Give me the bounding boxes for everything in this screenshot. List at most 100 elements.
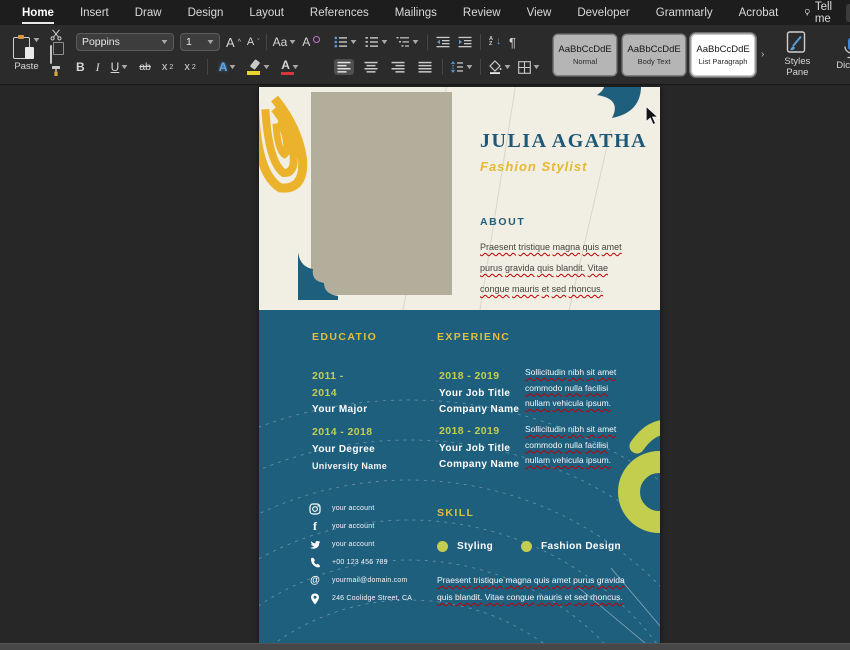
contact-label: yourmail@domain.com [332,577,408,584]
contact-row: @ yourmail@domain.com [309,574,408,587]
numbered-chevron-icon: ▼ [379,38,390,46]
styles-pane-label: Styles Pane [784,55,811,78]
contact-label: your account [332,505,375,512]
paste-clipboard-icon [13,35,34,59]
italic-button[interactable]: I [96,61,100,73]
experience-header: EXPERIENC [437,331,511,343]
tab-draw[interactable]: Draw [135,6,162,19]
dictate-label: Dictate [836,60,850,72]
bullet-list-button[interactable]: ▼ [334,36,359,48]
tab-view[interactable]: View [527,6,552,19]
tab-developer[interactable]: Developer [577,6,629,19]
style-body-text[interactable]: AaBbCcDdE Body Text [623,34,686,75]
format-painter-button[interactable] [50,64,62,82]
contact-row: your account [309,538,374,551]
styles-more-button[interactable]: › [761,49,764,60]
underline-button[interactable]: U ▼ [111,61,130,73]
mini-divider [480,59,482,75]
facebook-icon: f [313,519,317,533]
justify-button[interactable] [415,59,435,75]
paste-chevron-icon[interactable]: ▼ [32,37,42,44]
strikethrough-button[interactable]: ab [139,62,151,73]
tab-grammarly[interactable]: Grammarly [656,6,713,19]
contact-label: 246 Coolidge Street, CA [332,595,413,602]
highlight-color-button[interactable]: ▼ [247,60,272,75]
bullet-list-icon [334,36,348,48]
justify-icon [418,61,432,73]
experience-desc-line: commodo nulla facilisi [525,382,609,393]
tab-insert[interactable]: Insert [80,6,109,19]
copy-icon [49,44,52,64]
bullet-chevron-icon: ▼ [348,38,359,46]
sort-button[interactable]: AZ ↓ [489,36,501,47]
grow-mark: ^ [237,38,241,46]
tab-layout[interactable]: Layout [249,6,284,19]
multilevel-list-icon [396,37,410,47]
tab-references[interactable]: References [310,6,369,19]
skill-item: Styling [457,541,494,552]
teal-scallop-shape [298,252,338,300]
grow-font-glyph: A [225,34,235,50]
clipboard-tools [49,27,62,83]
ribbon: ▼ Paste Poppins ▼ 1 ▼ A ^ A ˇ Aa ▼ A B I… [0,25,850,85]
align-right-button[interactable] [388,59,408,75]
dictate-group: Dictate ▼ [825,29,850,80]
experience-desc-line: Sollicitudin nibh sit amet [525,367,617,377]
borders-button[interactable]: ▼ [518,60,541,74]
paste-button[interactable]: ▼ Paste [9,35,44,73]
decrease-indent-button[interactable] [436,36,450,48]
tab-acrobat[interactable]: Acrobat [739,6,779,19]
tell-me[interactable]: Tell me [804,1,836,25]
subscript-button[interactable]: x2 [162,61,173,73]
borders-grid-icon [518,60,531,74]
tab-home[interactable]: Home [22,6,54,24]
shrink-font-button[interactable]: Aˇ [247,36,260,48]
change-case-button[interactable]: Aa ▼ [273,36,298,48]
tab-design[interactable]: Design [188,6,224,19]
multilevel-list-button[interactable]: ▼ [396,36,421,48]
font-size-combobox[interactable]: 1 ▼ [179,33,220,51]
font-name-combobox[interactable]: Poppins ▼ [75,33,174,51]
multilevel-chevron-icon: ▼ [410,38,421,46]
style-label: Body Text [637,56,671,66]
menu-bar: Home Insert Draw Design Layout Reference… [0,0,850,25]
experience-company: Company Name [439,404,520,415]
font-color-icon: A [281,59,295,75]
align-center-button[interactable] [361,59,381,75]
email-icon: @ [310,575,320,586]
numbered-list-button[interactable]: ▼ [365,36,390,48]
style-normal[interactable]: AaBbCcDdE Normal [554,34,617,75]
dictate-button[interactable]: Dictate [830,37,850,72]
shading-bucket-icon [489,60,502,74]
education-title: Your Degree [312,444,376,455]
format-painter-icon [51,65,60,76]
text-effects-button[interactable]: A ▼ [219,61,238,73]
resume-body-section: EDUCATIO 2011 - 2014 Your Major 2014 - 2… [259,310,660,643]
clear-formatting-button[interactable]: A [302,35,321,48]
experience-description: Sollicitudin nibh sit amet commodo nulla… [525,365,635,412]
grow-font-button[interactable]: A ^ [226,36,241,49]
contact-row: your account [309,502,374,515]
line-spacing-button[interactable]: ▼ [450,61,475,73]
contact-label: your account [332,523,375,530]
yellow-drop-shape [259,95,308,193]
numbered-list-icon [365,37,379,47]
skill-line: quis blandit. Vitae congue mauris et sed… [437,592,623,602]
superscript-button[interactable]: x2 [184,61,195,73]
show-paragraph-marks-button[interactable]: ¶ [509,36,516,49]
tab-mailings[interactable]: Mailings [395,6,437,19]
font-color-button[interactable]: A ▼ [281,59,300,75]
copy-button[interactable] [49,44,62,64]
styles-pane-button[interactable]: Styles Pane [778,30,816,79]
contact-row: f your account [309,519,375,533]
bold-button[interactable]: B [76,61,85,73]
shading-button[interactable]: ▼ [488,60,512,74]
increase-indent-button[interactable] [458,36,472,48]
align-left-button[interactable] [334,59,355,75]
tab-review[interactable]: Review [463,6,501,19]
sort-az-icon: AZ [489,36,494,47]
style-list-paragraph[interactable]: AaBbCcDdE List Paragraph [692,34,755,75]
document-page[interactable]: JULIA AGATHA Fashion Stylist ABOUT Praes… [259,87,660,643]
styles-pane-group: Styles Pane [773,29,821,80]
status-bar[interactable] [0,643,850,650]
